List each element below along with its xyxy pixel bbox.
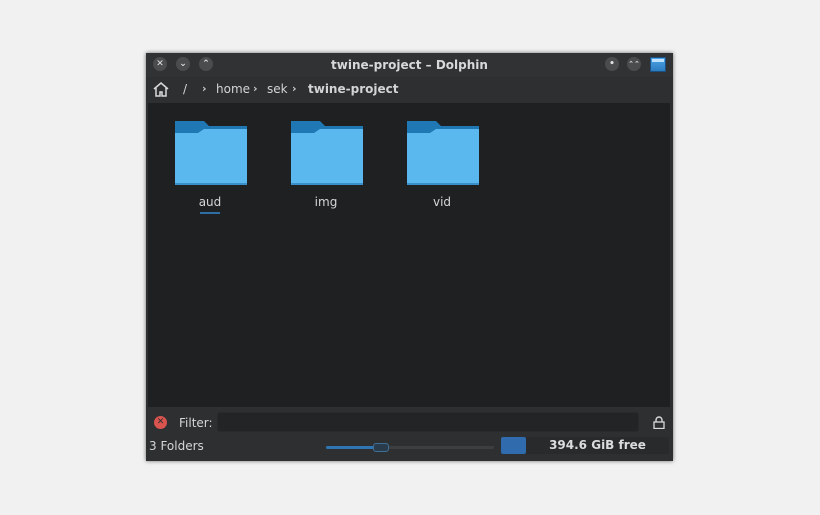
zoom-slider[interactable] [326,443,494,452]
clear-icon[interactable]: ✕ [154,416,167,429]
folder-icon [407,121,479,185]
breadcrumb-current[interactable]: twine-project [308,81,398,97]
breadcrumb-separator[interactable]: › [202,81,207,97]
window-title: twine-project – Dolphin [331,58,488,72]
keep-above-button[interactable]: ⌃⌃ [627,57,641,71]
free-space-text: 394.6 GiB free [549,438,646,452]
free-space-indicator[interactable]: 394.6 GiB free [501,437,669,454]
folder-item[interactable]: vid [380,119,496,219]
filter-input[interactable] [217,412,639,432]
folder-item[interactable]: aud [148,119,264,219]
filter-label: Filter: [179,416,213,430]
zoom-handle[interactable] [373,443,389,452]
breadcrumb-separator[interactable]: › [292,81,297,97]
space-used-bar [501,437,526,454]
breadcrumb-root[interactable]: / [183,81,187,97]
status-bar: 3 Folders 394.6 GiB free [146,435,673,459]
breadcrumb-separator[interactable]: › [253,81,258,97]
file-name: img [314,195,338,209]
breadcrumb-sek[interactable]: sek [267,81,288,97]
file-name: aud [198,195,222,209]
lock-icon[interactable] [653,416,665,429]
folder-icon [175,121,247,185]
title-bar[interactable]: ✕ ⌄ ⌃ twine-project – Dolphin • ⌃⌃ [146,53,673,77]
folder-icon [291,121,363,185]
breadcrumb: / › home › sek › twine-project [146,77,673,101]
dolphin-icon [650,57,666,72]
keep-below-button[interactable]: • [605,57,619,71]
dolphin-window: ✕ ⌄ ⌃ twine-project – Dolphin • ⌃⌃ / › h… [146,53,673,461]
file-view[interactable]: aud img vid [148,103,670,407]
selection-indicator [200,212,220,214]
breadcrumb-home[interactable]: home [216,81,250,97]
status-text: 3 Folders [149,439,204,453]
folder-item[interactable]: img [264,119,380,219]
file-name: vid [432,195,452,209]
home-icon[interactable] [152,81,170,98]
filter-bar: ✕ Filter: [146,409,673,435]
